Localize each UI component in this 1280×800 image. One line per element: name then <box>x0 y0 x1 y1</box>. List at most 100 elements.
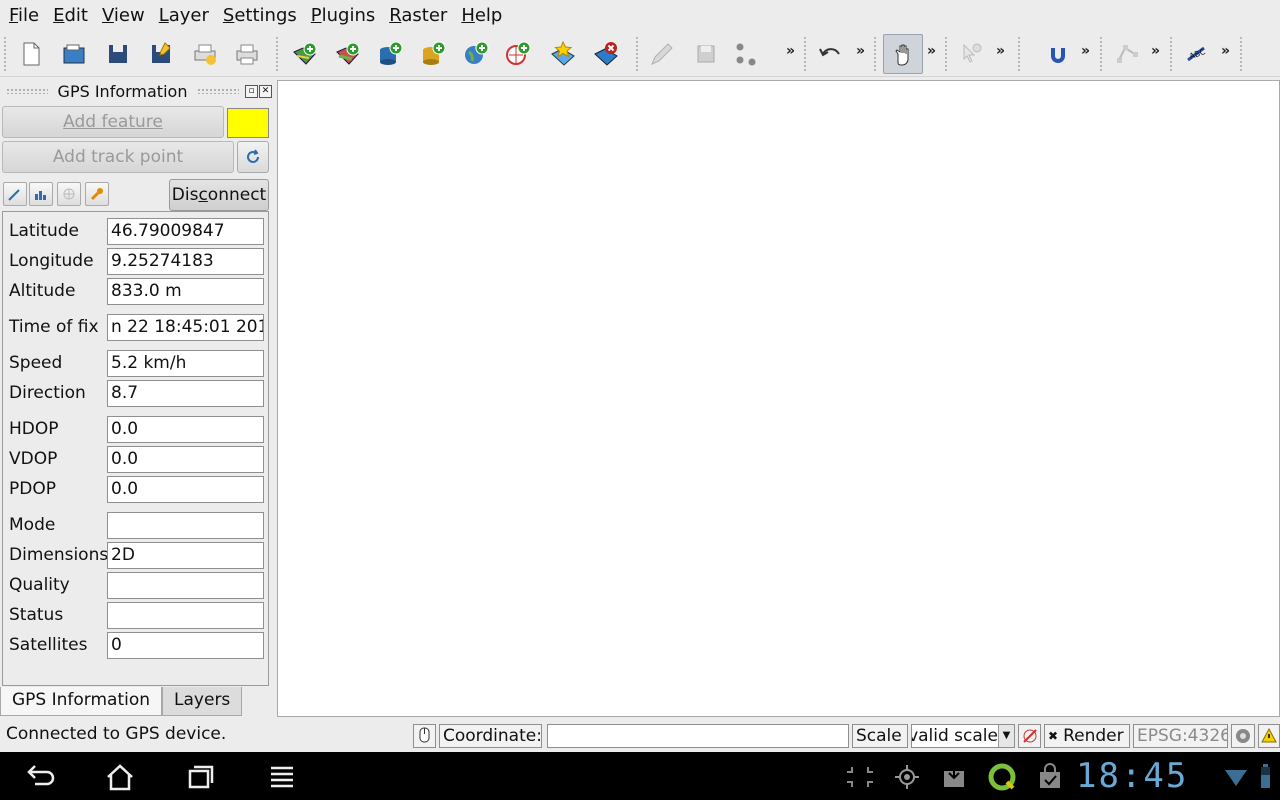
new-project-icon[interactable] <box>16 39 46 69</box>
coordinate-input[interactable] <box>547 724 849 748</box>
options-tab-button[interactable] <box>85 182 109 206</box>
toolbar-grip[interactable] <box>1240 37 1244 71</box>
toolbar-grip[interactable] <box>1100 37 1104 71</box>
status-field[interactable] <box>107 602 264 629</box>
map-canvas[interactable] <box>277 80 1280 717</box>
back-icon[interactable] <box>20 760 60 794</box>
toggle-coordinate-button[interactable] <box>413 724 436 748</box>
node-tool-icon[interactable] <box>1113 39 1143 69</box>
direction-label: Direction <box>9 383 86 403</box>
pdop-field[interactable]: 0.0 <box>107 476 264 503</box>
satellites-tab-button[interactable] <box>57 182 81 206</box>
add-feature-icon[interactable] <box>731 39 761 69</box>
satellites-field[interactable]: 0 <box>107 632 264 659</box>
remove-layer-icon[interactable] <box>591 39 621 69</box>
mode-field[interactable] <box>107 512 264 539</box>
longitude-label: Longitude <box>9 251 94 271</box>
reset-track-button[interactable] <box>237 141 269 173</box>
add-vector-layer-icon[interactable] <box>290 39 320 69</box>
new-shapefile-icon[interactable] <box>548 39 578 69</box>
fullscreen-icon[interactable] <box>840 760 880 794</box>
track-color-swatch[interactable] <box>227 108 269 138</box>
pan-icon[interactable] <box>883 34 923 74</box>
identify-icon[interactable] <box>957 39 987 69</box>
toolbar-overflow-1[interactable]: » <box>786 43 795 59</box>
add-track-point-button[interactable]: Add track point <box>2 141 234 173</box>
toolbar-grip[interactable] <box>874 37 878 71</box>
save-as-icon[interactable] <box>146 39 176 69</box>
float-dock-icon[interactable]: ▫ <box>245 84 258 98</box>
toolbar-grip[interactable] <box>1170 37 1174 71</box>
add-feature-button[interactable]: Add feature <box>2 106 224 138</box>
menu-edit[interactable]: Edit <box>46 0 95 31</box>
menu-view[interactable]: View <box>95 0 152 31</box>
add-raster-layer-icon[interactable] <box>333 39 363 69</box>
toolbar-overflow-5[interactable]: » <box>1081 43 1090 59</box>
disconnect-button[interactable]: Dis c onnect <box>169 179 269 211</box>
menu-settings[interactable]: Settings <box>216 0 304 31</box>
snapping-icon[interactable] <box>1043 39 1073 69</box>
chevron-down-icon[interactable]: ▼ <box>998 725 1014 747</box>
globe-icon <box>1236 729 1250 743</box>
menu-file[interactable]: File <box>2 0 46 31</box>
home-icon[interactable] <box>100 760 140 794</box>
vdop-field[interactable]: 0.0 <box>107 446 264 473</box>
tab-gps-information[interactable]: GPS Information <box>0 687 163 716</box>
signal-chart-icon <box>35 191 46 200</box>
undo-icon[interactable] <box>816 39 846 69</box>
dock-title-bar[interactable]: GPS Information ▫ ✕ <box>0 80 273 102</box>
save-project-icon[interactable] <box>103 39 133 69</box>
recent-apps-icon[interactable] <box>181 760 221 794</box>
android-system-bar: 18:45 <box>0 752 1280 800</box>
crs-button[interactable]: EPSG:4326 <box>1133 724 1228 748</box>
hdop-field[interactable]: 0.0 <box>107 416 264 443</box>
menu-raster[interactable]: Raster <box>382 0 454 31</box>
scale-combobox[interactable]: valid scale ▼ <box>911 724 1015 748</box>
toolbar-overflow-6[interactable]: » <box>1151 43 1160 59</box>
position-tab-button[interactable] <box>3 182 27 206</box>
menu-layer[interactable]: Layer <box>152 0 216 31</box>
save-edits-icon[interactable] <box>691 39 721 69</box>
toolbar-grip[interactable] <box>1018 37 1022 71</box>
toggle-editing-icon[interactable] <box>647 39 677 69</box>
add-postgis-layer-icon[interactable] <box>375 39 405 69</box>
messages-button[interactable] <box>1258 724 1280 748</box>
label-icon[interactable]: ABC <box>1183 39 1213 69</box>
toolbar-overflow-2[interactable]: » <box>856 43 865 59</box>
menu-plugins[interactable]: Plugins <box>304 0 382 31</box>
add-spatialite-layer-icon[interactable] <box>418 39 448 69</box>
print-composer-icon[interactable] <box>190 39 220 69</box>
dimensions-field[interactable]: 2D <box>107 542 264 569</box>
latitude-field[interactable]: 46.79009847 <box>107 218 264 245</box>
toolbar-grip[interactable] <box>636 37 640 71</box>
speed-field[interactable]: 5.2 km/h <box>107 350 264 377</box>
add-wfs-layer-icon[interactable] <box>503 39 533 69</box>
stop-render-button[interactable] <box>1018 724 1041 748</box>
menu-help[interactable]: Help <box>454 0 509 31</box>
longitude-field[interactable]: 9.25274183 <box>107 248 264 275</box>
render-checkbox[interactable]: ✖ Render <box>1044 724 1130 748</box>
toolbar-grip[interactable] <box>4 37 8 71</box>
latitude-label: Latitude <box>9 221 79 241</box>
add-wms-layer-icon[interactable] <box>461 39 491 69</box>
toolbar-overflow-3[interactable]: » <box>927 43 936 59</box>
close-dock-icon[interactable]: ✕ <box>259 84 272 98</box>
direction-field[interactable]: 8.7 <box>107 380 264 407</box>
menu-icon[interactable] <box>262 760 302 794</box>
toolbar-overflow-4[interactable]: » <box>996 43 1005 59</box>
toolbar-grip[interactable] <box>804 37 808 71</box>
toolbar-grip[interactable] <box>945 37 949 71</box>
mouse-icon <box>419 727 430 743</box>
projection-button[interactable] <box>1231 724 1255 748</box>
quality-field[interactable] <box>107 572 264 599</box>
open-project-icon[interactable] <box>59 39 89 69</box>
system-clock[interactable]: 18:45 <box>1076 756 1188 796</box>
print-icon[interactable] <box>232 39 262 69</box>
signal-tab-button[interactable] <box>29 182 53 206</box>
tab-layers[interactable]: Layers <box>162 687 243 716</box>
toolbar-overflow-7[interactable]: » <box>1221 43 1230 59</box>
toolbar-grip[interactable] <box>276 37 280 71</box>
altitude-field[interactable]: 833.0 m <box>107 278 264 305</box>
time-of-fix-field[interactable]: n 22 18:45:01 2012 <box>107 314 264 341</box>
menu-help-mnemonic: H <box>461 5 475 26</box>
